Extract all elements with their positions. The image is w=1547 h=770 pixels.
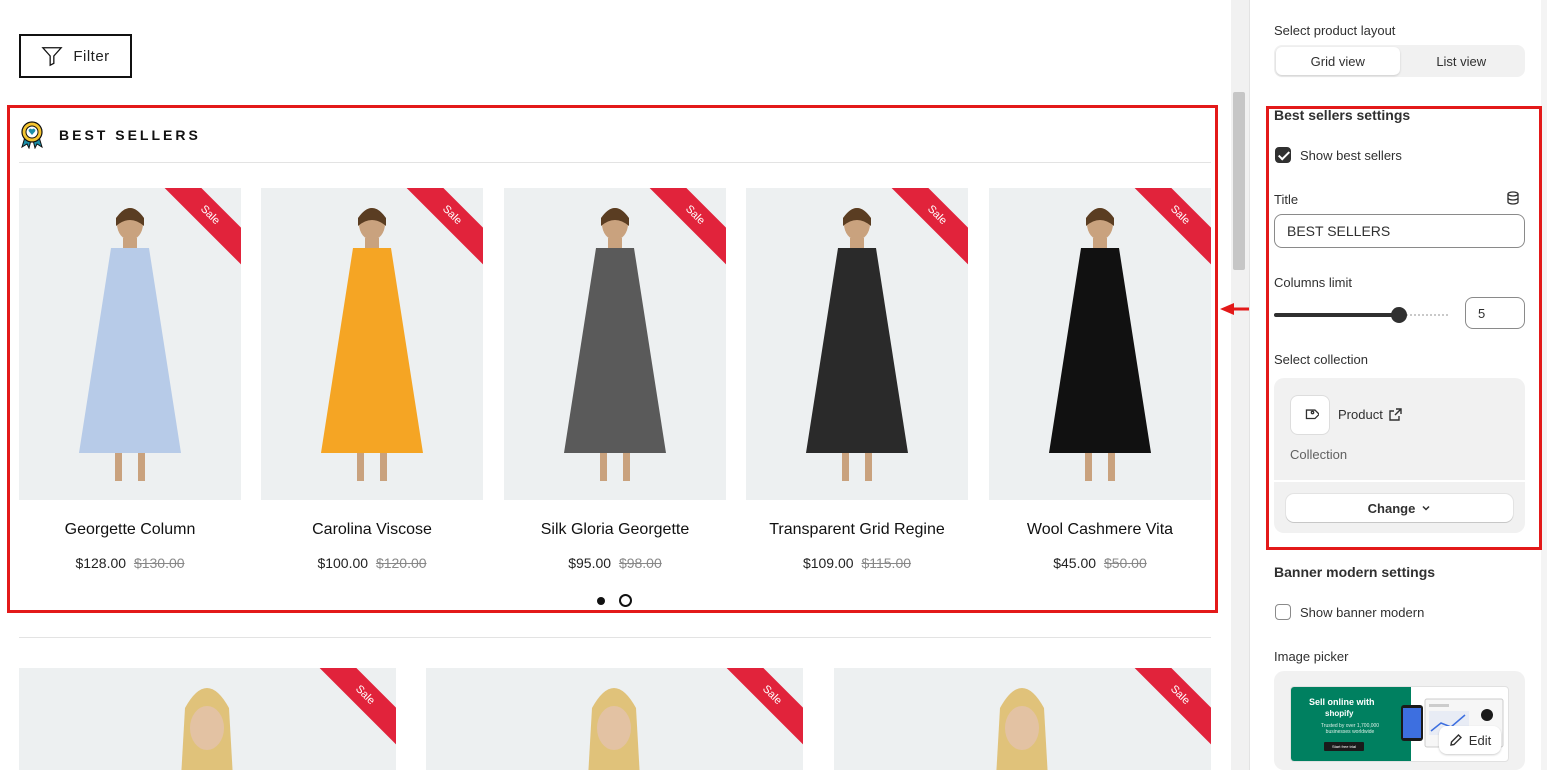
filter-icon [41,47,63,67]
banner-cta: Start free trial [1324,742,1364,751]
banner-tagline: Trusted by over 1,700,000 businesses wor… [1320,723,1380,735]
section-divider [19,637,1211,638]
show-banner-label: Show banner modern [1300,605,1425,620]
edit-image-button[interactable]: Edit [1439,726,1501,754]
list-view-option[interactable]: List view [1400,47,1524,75]
banner-settings-heading: Banner modern settings [1274,564,1436,580]
pencil-icon [1449,734,1462,746]
show-banner-checkbox[interactable] [1275,604,1291,620]
edit-label: Edit [1468,732,1492,748]
banner-headline: Sell online with [1309,697,1375,707]
best-sellers-highlight [7,105,1218,613]
preview-scrollbar[interactable] [1231,0,1249,770]
settings-highlight [1266,106,1542,550]
scrollbar-thumb[interactable] [1233,92,1245,270]
banner-brand: shopify [1325,709,1354,718]
layout-toggle: Grid view List view [1274,45,1525,77]
product-card[interactable]: Sale [19,668,396,770]
image-picker-card: Sell online with shopify Trusted by over… [1274,671,1525,770]
filter-label: Filter [73,47,110,65]
layout-label: Select product layout [1274,23,1396,38]
product-card[interactable]: Sale [426,668,803,770]
filter-button[interactable]: Filter [19,34,132,78]
product-card[interactable]: Sale [834,668,1211,770]
image-picker-label: Image picker [1274,649,1349,664]
grid-view-option[interactable]: Grid view [1276,47,1400,75]
